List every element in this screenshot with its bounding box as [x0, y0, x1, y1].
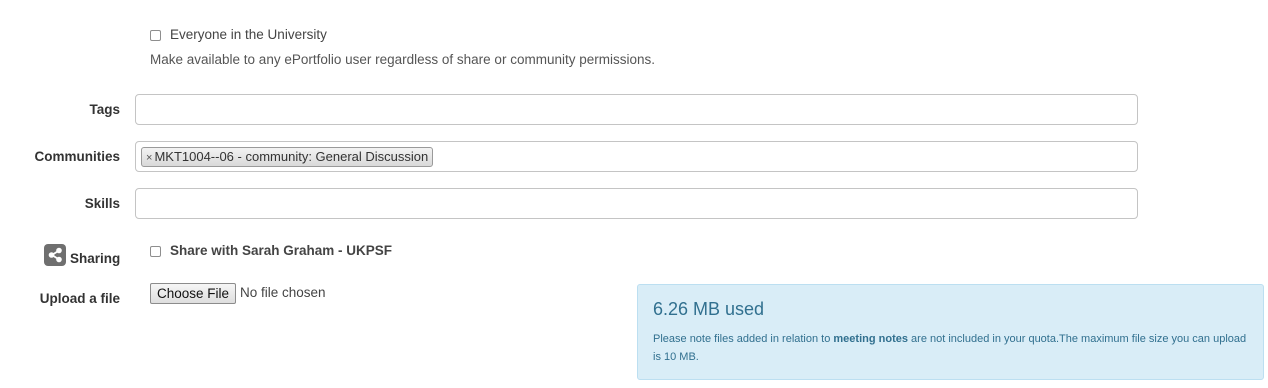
everyone-checkbox[interactable]	[150, 30, 161, 41]
quota-note-bold: meeting notes	[833, 333, 908, 345]
communities-input[interactable]: × MKT1004--06 - community: General Discus…	[135, 141, 1138, 172]
quota-note: Please note files added in relation to m…	[653, 330, 1253, 366]
community-tag: × MKT1004--06 - community: General Discus…	[141, 147, 434, 167]
remove-tag-icon[interactable]: ×	[146, 152, 152, 164]
skills-input[interactable]	[135, 188, 1138, 219]
share-with-checkbox[interactable]	[150, 246, 161, 257]
quota-note-start: Please note files added in relation to	[653, 333, 834, 345]
everyone-help-text: Make available to any ePortfolio user re…	[150, 52, 655, 67]
everyone-label: Everyone in the University	[170, 27, 327, 42]
file-status: No file chosen	[240, 285, 326, 300]
tags-label: Tags	[89, 102, 120, 117]
quota-used: 6.26 MB used	[653, 299, 765, 319]
quota-panel: 6.26 MB used Please note files added in …	[637, 284, 1264, 380]
sharing-label: Sharing	[70, 251, 121, 266]
skills-label: Skills	[84, 196, 120, 211]
upload-label: Upload a file	[39, 291, 120, 306]
community-tag-label: MKT1004--06 - community: General Discuss…	[154, 149, 429, 164]
share-icon	[44, 244, 66, 266]
choose-file-button[interactable]: Choose File	[150, 283, 237, 304]
share-with-label: Share with Sarah Graham - UKPSF	[170, 243, 393, 258]
communities-label: Communities	[34, 149, 120, 164]
tags-input[interactable]	[135, 94, 1138, 125]
